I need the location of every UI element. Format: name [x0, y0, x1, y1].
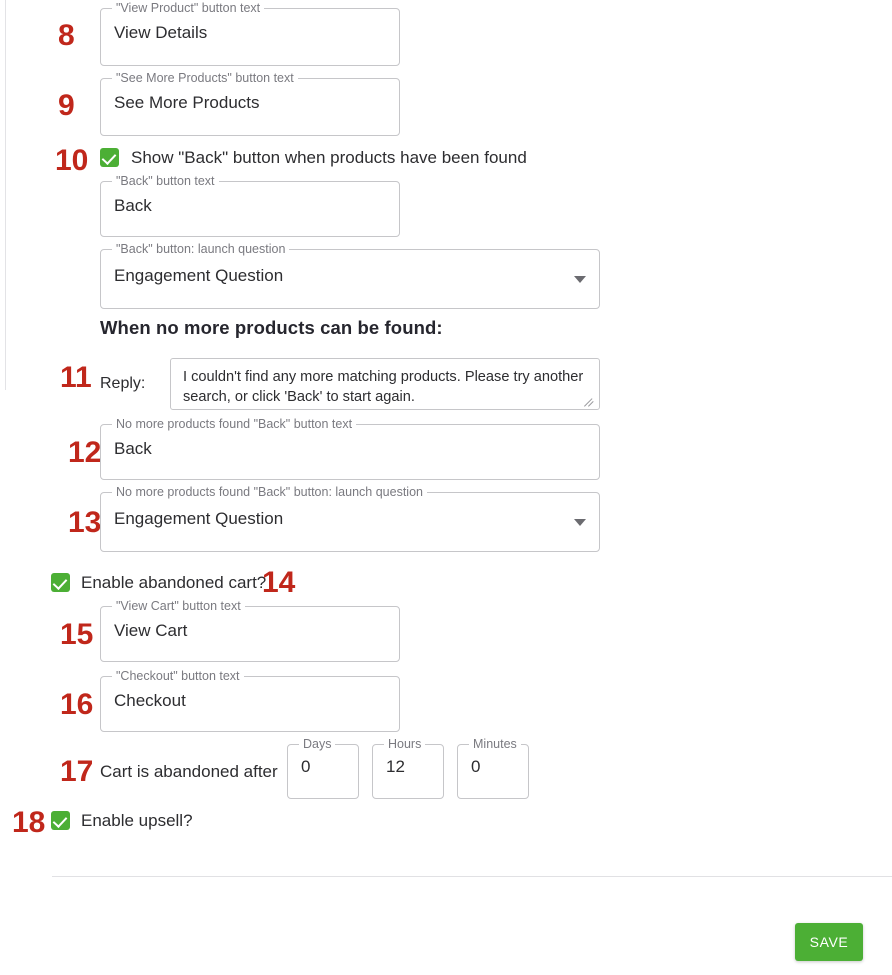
- view-product-button-text-label: "View Product" button text: [112, 1, 265, 15]
- enable-upsell-label: Enable upsell?: [81, 811, 193, 830]
- checkout-button-text-label: "Checkout" button text: [112, 669, 244, 683]
- minutes-value: 0: [471, 757, 481, 776]
- annotation-14: 14: [262, 566, 296, 599]
- checkout-button-text-value: Checkout: [114, 691, 186, 710]
- days-label: Days: [299, 737, 336, 751]
- annotation-15: 15: [60, 618, 94, 651]
- back-launch-question-label: "Back" button: launch question: [112, 242, 290, 256]
- annotation-13: 13: [68, 506, 102, 539]
- no-more-back-launch-question-label: No more products found "Back" button: la…: [112, 485, 427, 499]
- see-more-products-button-text-value: See More Products: [114, 93, 260, 112]
- reply-label: Reply:: [100, 375, 146, 392]
- resize-handle-icon[interactable]: [583, 394, 597, 408]
- annotation-9: 9: [58, 89, 75, 122]
- back-button-text-field[interactable]: "Back" button text Back: [100, 174, 400, 237]
- see-more-products-button-text-label: "See More Products" button text: [112, 71, 298, 85]
- section-heading-no-more-products: When no more products can be found:: [100, 317, 443, 338]
- view-cart-button-text-field[interactable]: "View Cart" button text View Cart: [100, 599, 400, 662]
- save-button[interactable]: SAVE: [795, 923, 863, 961]
- see-more-products-button-text-field[interactable]: "See More Products" button text See More…: [100, 71, 400, 136]
- reply-textarea[interactable]: I couldn't find any more matching produc…: [170, 358, 600, 410]
- footer-divider: [52, 876, 892, 877]
- checkout-button-text-field[interactable]: "Checkout" button text Checkout: [100, 669, 400, 732]
- settings-panel: 8 "View Product" button text View Detail…: [0, 0, 892, 975]
- back-button-text-value: Back: [114, 196, 152, 215]
- cart-abandoned-after-label: Cart is abandoned after: [100, 762, 278, 781]
- minutes-input[interactable]: Minutes 0: [457, 737, 529, 799]
- hours-value: 12: [386, 757, 405, 776]
- show-back-button-checkbox[interactable]: [100, 148, 119, 167]
- no-more-back-button-text-value: Back: [114, 439, 152, 458]
- panel-left-edge: [5, 0, 6, 390]
- annotation-16: 16: [60, 688, 94, 721]
- enable-upsell-checkbox[interactable]: [51, 811, 70, 830]
- no-more-back-launch-question-select[interactable]: No more products found "Back" button: la…: [100, 485, 600, 552]
- back-launch-question-value: Engagement Question: [114, 266, 284, 285]
- annotation-17: 17: [60, 755, 94, 788]
- days-value: 0: [301, 757, 311, 776]
- show-back-button-label: Show "Back" button when products have be…: [131, 148, 527, 167]
- hours-label: Hours: [384, 737, 426, 751]
- enable-abandoned-cart-checkbox[interactable]: [51, 573, 70, 592]
- chevron-down-icon[interactable]: [574, 276, 586, 283]
- minutes-label: Minutes: [469, 737, 521, 751]
- no-more-back-button-text-field[interactable]: No more products found "Back" button tex…: [100, 417, 600, 480]
- annotation-11: 11: [60, 361, 92, 394]
- enable-abandoned-cart-label: Enable abandoned cart?: [81, 573, 267, 592]
- no-more-back-button-text-label: No more products found "Back" button tex…: [112, 417, 357, 431]
- chevron-down-icon[interactable]: [574, 519, 586, 526]
- view-product-button-text-value: View Details: [114, 23, 208, 42]
- view-cart-button-text-value: View Cart: [114, 621, 188, 640]
- annotation-12: 12: [68, 436, 102, 469]
- no-more-back-launch-question-value: Engagement Question: [114, 509, 284, 528]
- annotation-18: 18: [12, 806, 46, 839]
- view-product-button-text-field[interactable]: "View Product" button text View Details: [100, 1, 400, 66]
- annotation-10: 10: [55, 144, 89, 177]
- reply-textarea-value: I couldn't find any more matching produc…: [183, 369, 584, 405]
- view-cart-button-text-label: "View Cart" button text: [112, 599, 245, 613]
- hours-input[interactable]: Hours 12: [372, 737, 444, 799]
- annotation-8: 8: [58, 19, 75, 52]
- days-input[interactable]: Days 0: [287, 737, 359, 799]
- back-launch-question-select[interactable]: "Back" button: launch question Engagemen…: [100, 242, 600, 309]
- back-button-text-label: "Back" button text: [112, 174, 219, 188]
